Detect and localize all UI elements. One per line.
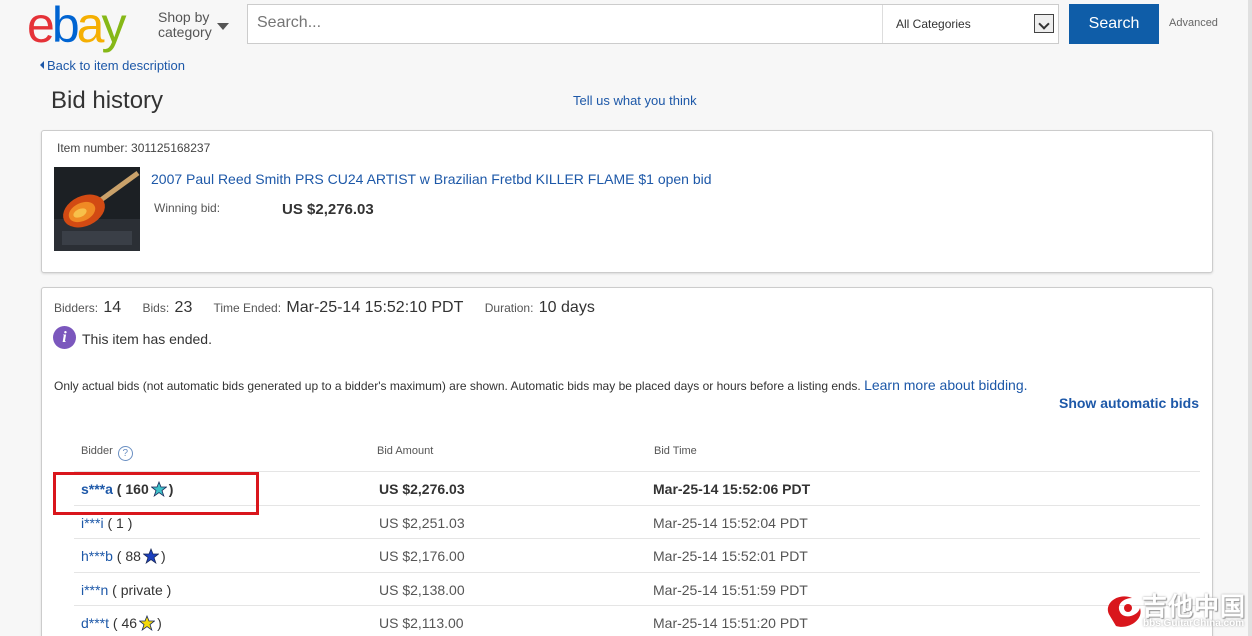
score-close: ): [162, 581, 172, 598]
item-thumbnail[interactable]: [54, 167, 140, 251]
item-number-value: 301125168237: [131, 141, 211, 155]
time-ended-value: Mar-25-14 15:52:10 PDT: [286, 299, 464, 316]
score-open: (: [108, 581, 121, 598]
shop-by-category-button[interactable]: Shop by category: [158, 10, 212, 40]
bid-amount-cell: US $2,176.00: [379, 548, 465, 564]
bidders-count: 14: [103, 299, 122, 316]
search-button[interactable]: Search: [1069, 4, 1159, 44]
feedback-score-link[interactable]: 46: [121, 615, 137, 631]
row-divider: [74, 571, 1200, 573]
row-divider: [74, 538, 1200, 539]
bidder-name-link[interactable]: i***n: [81, 582, 108, 598]
time-ended-label: Time Ended:: [213, 301, 282, 315]
winning-bid-value: US $2,276.03: [282, 201, 374, 218]
duration-label: Duration:: [484, 301, 534, 315]
shop-by-line1: Shop by: [158, 9, 210, 25]
watermark-subtext: bbs.GuitarChina.com: [1143, 618, 1245, 629]
logo-letter-a: a: [76, 0, 105, 53]
advanced-search-link[interactable]: Advanced: [1169, 17, 1218, 29]
bidder-cell: i***i ( 1 ): [81, 515, 132, 531]
bid-amount-cell: US $2,276.03: [379, 481, 465, 497]
triangle-left-icon: [40, 61, 44, 69]
page-title: Bid history: [51, 87, 164, 114]
row-divider: [74, 605, 1200, 606]
logo-letter-e: e: [27, 0, 55, 53]
item-title-link[interactable]: 2007 Paul Reed Smith PRS CU24 ARTIST w B…: [151, 171, 712, 187]
show-automatic-bids-link[interactable]: Show automatic bids: [1059, 395, 1199, 411]
bid-time-cell: Mar-25-14 15:51:20 PDT: [653, 615, 808, 631]
bid-amount-cell: US $2,113.00: [379, 615, 464, 631]
column-header-amount: Bid Amount: [377, 445, 434, 457]
search-input[interactable]: [257, 14, 857, 32]
bidder-cell: h***b ( 88): [81, 548, 166, 564]
score-open: (: [109, 615, 122, 631]
item-number-label: Item number:: [57, 141, 128, 155]
chevron-down-icon[interactable]: [1034, 14, 1054, 33]
search-divider: [882, 5, 883, 43]
bid-summary: Bidders: 14 Bids: 23 Time Ended: Mar-25-…: [54, 299, 613, 317]
duration-value: 10 days: [538, 299, 595, 316]
bid-time-cell: Mar-25-14 15:51:59 PDT: [653, 581, 808, 598]
back-to-item-link[interactable]: Back to item description: [40, 58, 185, 73]
search-bar: All Categories: [247, 4, 1059, 44]
feedback-score-link[interactable]: 88: [125, 548, 141, 564]
bids-note-text: Only actual bids (not automatic bids gen…: [54, 379, 861, 393]
bid-time-cell: Mar-25-14 15:52:04 PDT: [653, 514, 808, 531]
logo-letter-y: y: [101, 0, 126, 53]
help-icon[interactable]: ?: [117, 446, 133, 461]
score-close: ): [123, 514, 133, 531]
winning-bid-label: Winning bid:: [154, 201, 221, 215]
bids-label: Bids:: [142, 301, 170, 315]
shop-by-line2: category: [158, 24, 212, 40]
bidders-label: Bidders:: [54, 301, 99, 315]
bidder-name-link[interactable]: d***t: [81, 615, 109, 631]
item-ended-status: This item has ended.: [82, 331, 212, 347]
bid-history-card: Bidders: 14 Bids: 23 Time Ended: Mar-25-…: [41, 287, 1213, 636]
score-close: ): [157, 615, 162, 631]
feedback-star-icon[interactable]: [142, 548, 159, 564]
score-close: ): [160, 548, 166, 564]
bidder-name-link[interactable]: i***i: [81, 515, 104, 531]
table-row: h***b ( 88) US $2,176.00 Mar-25-14 15:52:0…: [42, 540, 1214, 573]
feedback-score-link[interactable]: private: [121, 582, 163, 598]
logo-letter-b: b: [51, 0, 80, 53]
caret-down-icon[interactable]: [217, 23, 229, 30]
item-card: Item number: 301125168237 2007 Paul Reed…: [41, 130, 1213, 273]
scrollbar[interactable]: [1248, 0, 1252, 636]
guitar-image-icon: [54, 167, 140, 251]
info-icon: i: [53, 326, 76, 349]
score-open: (: [112, 548, 126, 564]
bidder-cell: d***t ( 46): [81, 615, 162, 631]
feedback-star-icon[interactable]: [139, 615, 156, 631]
feedback-link[interactable]: Tell us what you think: [573, 93, 697, 108]
column-header-time: Bid Time: [654, 445, 697, 457]
score-open: (: [103, 514, 117, 531]
column-header-bidder: Bidder?: [81, 445, 133, 461]
category-select[interactable]: All Categories: [896, 17, 971, 31]
bid-amount-cell: US $2,138.00: [379, 581, 465, 598]
bid-amount-cell: US $2,251.03: [379, 514, 465, 531]
back-link-label: Back to item description: [47, 58, 186, 73]
bidder-cell: i***n ( private ): [81, 582, 171, 598]
highlight-box: [53, 472, 259, 515]
bidder-header-label: Bidder: [81, 445, 113, 457]
item-number: Item number: 301125168237: [57, 141, 210, 155]
feedback-score-link[interactable]: 1: [116, 515, 124, 531]
ebay-logo[interactable]: ebay: [27, 0, 126, 53]
bids-count: 23: [174, 299, 193, 316]
table-row: i***n ( private ) US $2,138.00 Mar-25-14 1…: [42, 574, 1214, 607]
bid-time-cell: Mar-25-14 15:52:01 PDT: [653, 548, 808, 564]
bids-note: Only actual bids (not automatic bids gen…: [54, 377, 1028, 393]
learn-more-link[interactable]: Learn more about bidding.: [864, 377, 1027, 393]
bidder-name-link[interactable]: h***b: [81, 548, 113, 564]
table-row: d***t ( 46) US $2,113.00 Mar-25-14 15:51:2…: [42, 607, 1214, 636]
bid-time-cell: Mar-25-14 15:52:06 PDT: [653, 481, 811, 497]
